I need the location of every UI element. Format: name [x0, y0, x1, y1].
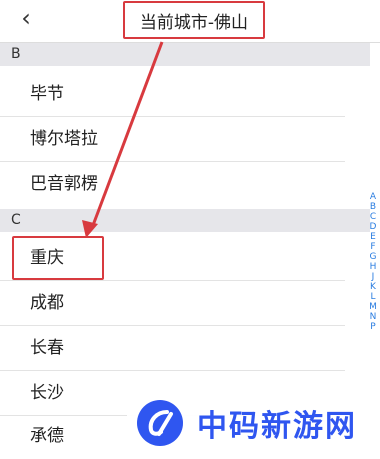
- index-letter[interactable]: N: [370, 312, 377, 322]
- city-row[interactable]: 成都: [0, 281, 345, 326]
- city-row[interactable]: 博尔塔拉: [0, 117, 345, 162]
- city-name: 成都: [30, 293, 64, 313]
- watermark-text: 中码新游网: [197, 409, 357, 444]
- city-name: 承德: [30, 426, 64, 446]
- city-row[interactable]: 毕节: [0, 72, 345, 117]
- city-name: 长沙: [30, 383, 64, 403]
- city-row[interactable]: 长春: [0, 326, 345, 371]
- city-row[interactable]: 巴音郭楞: [0, 162, 345, 207]
- section-header-b: B: [0, 43, 370, 66]
- index-letter[interactable]: A: [370, 192, 376, 202]
- city-name: 巴音郭楞: [30, 174, 98, 194]
- page-title: 当前城市-佛山: [139, 12, 249, 33]
- watermark-logo-icon: [137, 400, 183, 446]
- index-letter[interactable]: E: [370, 232, 376, 242]
- watermark: 中码新游网: [127, 394, 380, 452]
- selected-city-highlight: [12, 236, 104, 280]
- index-letter[interactable]: B: [370, 202, 376, 212]
- index-letter[interactable]: K: [370, 282, 376, 292]
- index-letter[interactable]: L: [370, 292, 375, 302]
- index-letter[interactable]: P: [370, 322, 375, 332]
- chevron-left-icon: ‹: [21, 4, 31, 32]
- index-letter[interactable]: C: [370, 212, 376, 222]
- index-letter[interactable]: D: [370, 222, 377, 232]
- current-city-title-box: 当前城市-佛山: [123, 1, 265, 39]
- section-header-c: C: [0, 209, 370, 232]
- back-button[interactable]: ‹: [12, 4, 40, 34]
- index-letter[interactable]: J: [372, 272, 375, 282]
- index-letter[interactable]: F: [370, 242, 375, 252]
- index-letter[interactable]: G: [370, 252, 377, 262]
- header-bar: ‹ 当前城市-佛山: [0, 0, 380, 43]
- city-name: 毕节: [30, 84, 64, 104]
- index-letter[interactable]: M: [369, 302, 377, 312]
- alphabet-index[interactable]: ABCDEFGHJKLMNP: [368, 192, 378, 332]
- index-letter[interactable]: H: [370, 262, 377, 272]
- city-name: 长春: [30, 338, 64, 358]
- city-name: 博尔塔拉: [30, 129, 98, 149]
